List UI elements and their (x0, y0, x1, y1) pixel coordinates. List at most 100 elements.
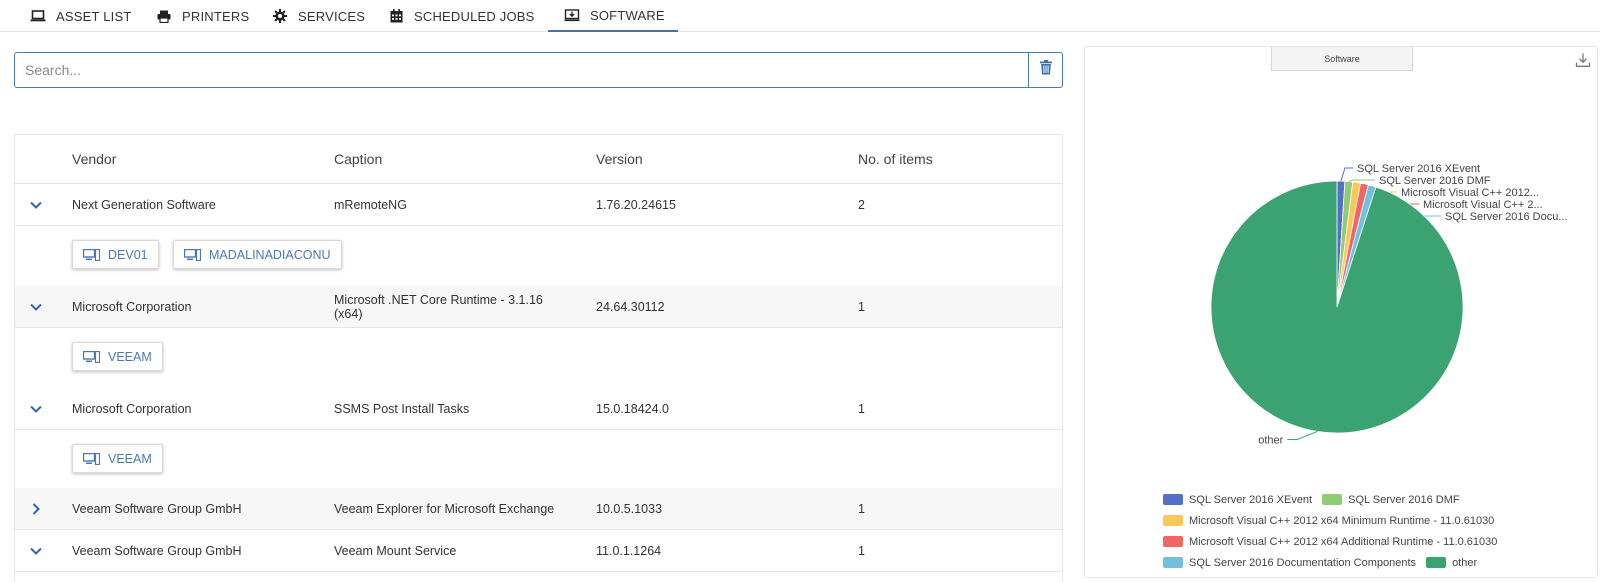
cell-caption: SSMS Post Install Tasks (334, 402, 470, 416)
search-input[interactable] (15, 53, 1028, 87)
computer-icon (83, 452, 100, 465)
cell-items: 1 (858, 300, 865, 314)
cell-version: 15.0.18424.0 (596, 402, 669, 416)
tab-bar: ASSET LIST PRINTERS SERVICES SCHEDULED J… (0, 0, 1600, 32)
cell-items: 2 (858, 198, 865, 212)
legend-item[interactable]: SQL Server 2016 DMF (1322, 494, 1460, 506)
legend-label: other (1452, 556, 1478, 569)
legend-item[interactable]: Microsoft Visual C++ 2012 x64 Additional… (1163, 536, 1497, 548)
cell-version: 11.0.1.1264 (596, 544, 662, 558)
chart-title-button[interactable]: Software (1271, 47, 1413, 71)
column-header-version[interactable]: Version (596, 151, 643, 167)
tab-label: SOFTWARE (590, 7, 665, 23)
legend-swatch (1163, 536, 1183, 547)
legend-item[interactable]: other (1426, 557, 1477, 569)
cell-vendor: Next Generation Software (72, 198, 216, 212)
slice-label: SQL Server 2016 XEvent (1357, 163, 1480, 175)
legend-label: Microsoft Visual C++ 2012 x64 Additional… (1189, 535, 1498, 548)
cell-vendor: Microsoft Corporation (72, 300, 192, 314)
device-name: MADALINADIACONU (209, 247, 331, 262)
legend-swatch (1163, 557, 1183, 568)
download-chart-button[interactable] (1575, 52, 1593, 70)
tab-scheduled-jobs[interactable]: SCHEDULED JOBS (372, 0, 551, 32)
legend-label: Microsoft Visual C++ 2012 x64 Minimum Ru… (1189, 514, 1495, 527)
cell-caption: Microsoft .NET Core Runtime - 3.1.16 (x6… (334, 293, 543, 321)
tab-asset-list[interactable]: ASSET LIST (14, 0, 147, 32)
software-install-icon (564, 8, 580, 22)
tab-services[interactable]: SERVICES (256, 0, 381, 32)
legend-swatch (1426, 557, 1447, 568)
computer-icon (83, 248, 100, 261)
pie-slice[interactable] (1210, 180, 1464, 434)
tab-label: SERVICES (298, 8, 366, 24)
label-leader-line (1287, 430, 1318, 440)
chart-legend: SQL Server 2016 XEvent SQL Server 2016 D… (1163, 489, 1593, 573)
chevron-down-icon[interactable] (29, 300, 43, 314)
pie-chart: SQL Server 2016 XEventSQL Server 2016 DM… (1210, 163, 1568, 446)
table-header: Vendor Caption Version No. of items (15, 135, 1062, 184)
legend-swatch (1163, 515, 1183, 526)
cell-version: 1.76.20.24615 (596, 198, 676, 212)
slice-label: Microsoft Visual C++ 2... (1423, 199, 1543, 211)
device-chip[interactable]: VEEAM (72, 444, 163, 473)
column-header-items[interactable]: No. of items (858, 151, 933, 167)
legend-swatch (1322, 494, 1343, 505)
table-row[interactable]: Microsoft Corporation Microsoft .NET Cor… (15, 286, 1062, 328)
slice-label: SQL Server 2016 DMF (1379, 175, 1491, 187)
computer-icon (83, 350, 100, 363)
chevron-down-icon[interactable] (29, 198, 43, 212)
legend-item[interactable]: SQL Server 2016 Documentation Components (1163, 557, 1416, 569)
printer-icon (156, 9, 172, 23)
slice-label: SQL Server 2016 Docu... (1445, 211, 1568, 223)
cell-items: 1 (858, 502, 865, 516)
cell-vendor: Veeam Software Group GmbH (72, 502, 242, 516)
device-list: VEEAM (15, 328, 1062, 388)
device-list: DEV01 MADALINADIACONU (15, 226, 1062, 286)
tab-label: ASSET LIST (56, 8, 132, 24)
search-bar (14, 52, 1063, 88)
tab-label: SCHEDULED JOBS (414, 8, 535, 24)
chevron-down-icon[interactable] (29, 544, 43, 558)
clear-search-button[interactable] (1028, 53, 1062, 87)
legend-swatch (1163, 494, 1183, 505)
device-chip[interactable]: VEEAM (72, 342, 163, 371)
table-row[interactable]: Veeam Software Group GmbH Veeam Mount Se… (15, 530, 1062, 572)
computer-icon (184, 248, 201, 261)
legend-item[interactable]: SQL Server 2016 XEvent (1163, 494, 1312, 506)
device-chip[interactable]: DEV01 (72, 240, 159, 269)
tab-software[interactable]: SOFTWARE (548, 0, 678, 32)
table-row[interactable]: Microsoft Corporation SSMS Post Install … (15, 388, 1062, 430)
cell-items: 1 (858, 544, 865, 558)
device-chip[interactable]: MADALINADIACONU (173, 240, 342, 269)
slice-label: other (1258, 434, 1283, 446)
device-name: VEEAM (108, 451, 152, 466)
column-header-vendor[interactable]: Vendor (72, 151, 116, 167)
cell-caption: mRemoteNG (334, 198, 407, 212)
legend-label: SQL Server 2016 XEvent (1189, 493, 1313, 506)
software-table: Vendor Caption Version No. of items Next… (14, 134, 1063, 582)
column-header-caption[interactable]: Caption (334, 151, 382, 167)
laptop-icon (30, 9, 46, 23)
table-row[interactable]: Next Generation Software mRemoteNG 1.76.… (15, 184, 1062, 226)
table-row[interactable]: Veeam Software Group GmbH Veeam Explorer… (15, 488, 1062, 530)
cell-version: 24.64.30112 (596, 300, 665, 314)
gear-icon (272, 9, 288, 23)
label-leader-line (1348, 179, 1375, 183)
cell-vendor: Veeam Software Group GmbH (72, 544, 242, 558)
device-name: DEV01 (108, 247, 148, 262)
tab-printers[interactable]: PRINTERS (140, 0, 265, 32)
chevron-down-icon[interactable] (29, 402, 43, 416)
cell-version: 10.0.5.1033 (596, 502, 663, 516)
tab-label: PRINTERS (182, 8, 250, 24)
label-leader-line (1340, 167, 1353, 182)
chevron-right-icon[interactable] (29, 502, 43, 516)
legend-item[interactable]: Microsoft Visual C++ 2012 x64 Minimum Ru… (1163, 515, 1494, 527)
cell-caption: Veeam Mount Service (334, 544, 457, 558)
cell-caption: Veeam Explorer for Microsoft Exchange (334, 502, 555, 516)
device-list: VEEAM (15, 430, 1062, 488)
device-name: VEEAM (108, 349, 152, 364)
software-chart-panel: SQL Server 2016 XEvent SQL Server 2016 DM… (1084, 46, 1598, 578)
cell-vendor: Microsoft Corporation (72, 402, 192, 416)
slice-label: Microsoft Visual C++ 2012... (1401, 187, 1539, 199)
legend-label: SQL Server 2016 Documentation Components (1189, 556, 1417, 569)
